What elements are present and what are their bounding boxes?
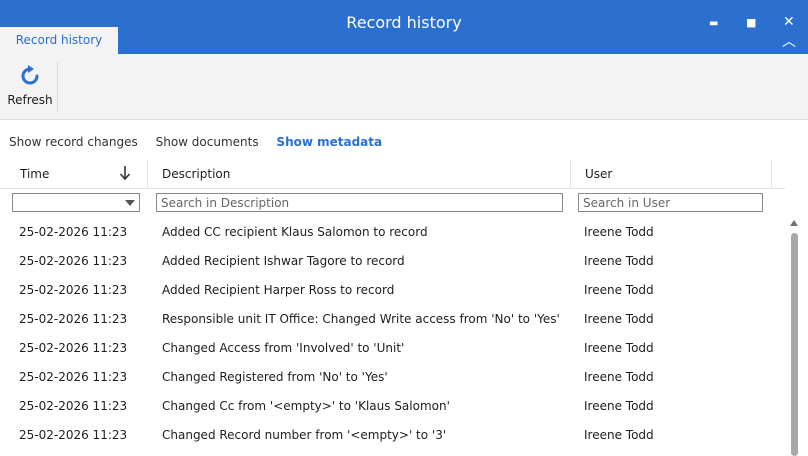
table-row[interactable]: 25-02-2026 11:23 Responsible unit IT Off… [0,305,780,334]
description-cell: Added Recipient Harper Ross to record [162,283,395,297]
toolbar: Refresh [0,54,808,120]
description-cell: Changed Access from 'Involved' to 'Unit' [162,341,405,355]
close-button[interactable]: ✕ [783,15,795,29]
time-cell: 25-02-2026 11:23 [19,341,128,355]
description-search-input[interactable] [156,193,563,212]
user-cell: Ireene Todd [584,341,654,355]
column-separator[interactable] [771,160,772,188]
show-record-changes-link[interactable]: Show record changes [9,135,138,149]
column-header-user[interactable]: User [585,160,612,188]
user-cell: Ireene Todd [584,254,654,268]
column-separator[interactable] [147,160,148,188]
table-row[interactable]: 25-02-2026 11:23 Changed Record number f… [0,421,780,450]
description-cell: Added Recipient Ishwar Tagore to record [162,254,405,268]
column-header-time[interactable]: Time [20,160,49,188]
table-row[interactable]: 25-02-2026 11:23 Added CC recipient Klau… [0,218,780,247]
description-cell: Changed Registered from 'No' to 'Yes' [162,370,388,384]
title-bar: Record history Record history ▬ ■ ✕ ︿ [0,0,808,54]
arrow-down-icon[interactable] [119,165,131,181]
show-documents-link[interactable]: Show documents [156,135,259,149]
time-cell: 25-02-2026 11:23 [19,283,128,297]
time-cell: 25-02-2026 11:23 [19,254,128,268]
maximize-button[interactable]: ■ [746,16,756,30]
user-cell: Ireene Todd [584,283,654,297]
header-divider [0,188,785,189]
window-title: Record history [346,13,462,32]
time-cell: 25-02-2026 11:23 [19,312,128,326]
table-row[interactable]: 25-02-2026 11:23 Added Recipient Harper … [0,276,780,305]
description-cell: Responsible unit IT Office: Changed Writ… [162,312,560,326]
column-header-description[interactable]: Description [162,160,230,188]
table-row[interactable]: 25-02-2026 11:23 Changed Access from 'In… [0,334,780,363]
scrollbar-thumb[interactable] [791,233,798,456]
description-cell: Changed Cc from '<empty>' to 'Klaus Salo… [162,399,450,413]
scroll-up-arrow[interactable] [790,220,798,226]
minimize-button[interactable]: ▬ [709,17,718,31]
collapse-ribbon-button[interactable]: ︿ [782,35,796,49]
table-row[interactable]: 25-02-2026 11:23 Changed Cc from '<empty… [0,392,780,421]
view-links: Show record changes Show documents Show … [9,135,396,149]
table-row[interactable]: 25-02-2026 11:23 Changed Registered from… [0,363,780,392]
time-cell: 25-02-2026 11:23 [19,399,128,413]
table-row[interactable]: 25-02-2026 11:23 Added Recipient Ishwar … [0,247,780,276]
description-cell: Changed Record number from '<empty>' to … [162,428,447,442]
user-cell: Ireene Todd [584,225,654,239]
refresh-icon [21,65,39,85]
description-cell: Added CC recipient Klaus Salomon to reco… [162,225,428,239]
user-cell: Ireene Todd [584,312,654,326]
show-metadata-link[interactable]: Show metadata [276,135,382,149]
time-cell: 25-02-2026 11:23 [19,225,128,239]
user-search-input[interactable] [578,193,763,212]
column-separator[interactable] [570,160,571,188]
history-table-body: 25-02-2026 11:23 Added CC recipient Klau… [0,218,780,450]
toolbar-separator [57,62,58,112]
time-cell: 25-02-2026 11:23 [19,428,128,442]
user-cell: Ireene Todd [584,399,654,413]
time-cell: 25-02-2026 11:23 [19,370,128,384]
refresh-label: Refresh [7,93,53,107]
refresh-button[interactable]: Refresh [4,62,56,112]
user-cell: Ireene Todd [584,370,654,384]
chevron-down-icon [125,200,135,206]
tab-record-history[interactable]: Record history [0,27,118,54]
user-cell: Ireene Todd [584,428,654,442]
time-filter-dropdown[interactable] [12,193,140,212]
